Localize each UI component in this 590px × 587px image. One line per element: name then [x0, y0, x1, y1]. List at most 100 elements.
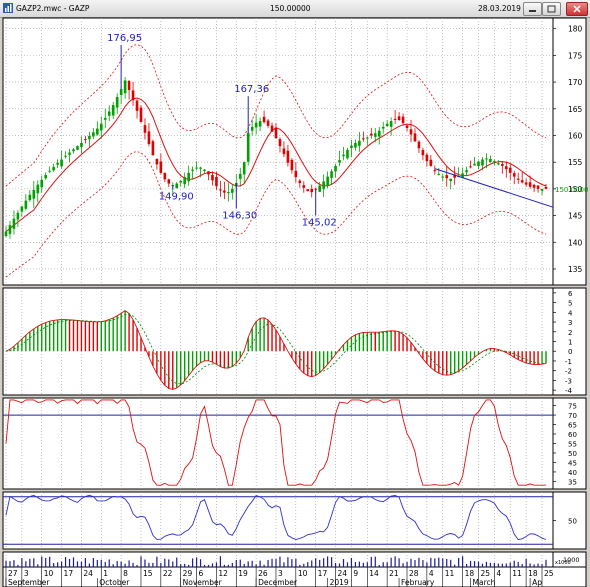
candle-body — [497, 163, 500, 165]
candle-body — [80, 142, 83, 147]
candle-body — [187, 172, 190, 182]
candle-body — [501, 163, 504, 166]
chart-app-icon — [3, 3, 13, 13]
candle-body — [119, 89, 123, 96]
candle-body — [115, 97, 119, 108]
candle-body — [151, 141, 155, 156]
y-tick-label: 50 — [568, 450, 577, 458]
x-tick-label: 29 — [183, 569, 193, 578]
candle-body — [199, 167, 202, 169]
volume-multiplier-label: x1000 — [555, 560, 571, 566]
x-tick-label: 14 — [369, 569, 379, 578]
y-tick-label: -1 — [565, 358, 572, 366]
candle-body — [298, 180, 302, 184]
y-tick-label: 2 — [568, 329, 572, 337]
y-tick-label: 35 — [568, 478, 577, 486]
candle-body — [524, 182, 528, 185]
candle-body — [429, 159, 433, 166]
candle-body — [227, 192, 230, 194]
candle-body — [350, 145, 353, 148]
panel-osc2[interactable] — [2, 397, 554, 490]
candle-body — [489, 158, 492, 162]
current-price-label: 150.0000 — [555, 186, 588, 194]
y-tick-label: 0 — [568, 348, 572, 356]
y-tick-label: 145 — [568, 212, 583, 221]
candle-body — [306, 189, 310, 192]
candle-body — [147, 131, 151, 145]
candle-body — [88, 136, 91, 140]
maximize-button[interactable] — [542, 2, 561, 16]
candle-body — [215, 176, 218, 187]
candle-body — [68, 152, 71, 155]
candle-body — [207, 171, 210, 175]
candle-body — [421, 149, 425, 156]
candle-body — [72, 149, 75, 152]
candle-body — [223, 190, 226, 193]
candle-body — [282, 148, 286, 155]
x-tick-label: 6 — [199, 569, 204, 578]
x-tick-label: 3 — [24, 569, 29, 578]
candle-body — [358, 140, 361, 146]
candle-body — [163, 172, 167, 180]
x-tick-label: 1 — [103, 569, 108, 578]
x-tick-label: 19 — [238, 569, 248, 578]
x-tick-label: 15 — [143, 569, 153, 578]
candle-body — [8, 225, 12, 234]
candle-body — [393, 118, 397, 120]
candle-body — [433, 170, 437, 172]
minimize-icon — [529, 10, 536, 12]
minimize-button[interactable] — [523, 2, 542, 16]
candle-body — [99, 123, 103, 131]
x-tick-label: 22 — [163, 569, 173, 578]
candle-body — [179, 180, 183, 183]
x-tick-label: 24 — [83, 569, 93, 578]
maximize-icon — [547, 5, 556, 13]
candle-body — [477, 161, 480, 166]
candle-body — [401, 116, 405, 124]
candle-body — [369, 133, 373, 136]
chart-area[interactable]: 27 3 10 17 24 1 8 15 22 29 6 12 19 26 3 10 17 24 9 14 21 28 4 1… — [0, 17, 590, 587]
x-tick-label: 25 — [544, 569, 554, 578]
candle-body — [366, 137, 369, 139]
close-icon — [573, 5, 581, 13]
title-bar[interactable]: GAZP2.mwc - GAZP 150.00000 28.03.2019 — [0, 0, 590, 18]
x-month-label: Ap — [532, 578, 542, 587]
candle-body — [469, 166, 472, 168]
y-tick-label: 50 — [568, 518, 577, 526]
y-tick-label: 75 — [568, 403, 577, 411]
candle-body — [36, 184, 40, 194]
candle-body — [28, 194, 32, 201]
candle-body — [12, 218, 16, 229]
candle-body — [270, 125, 274, 132]
panel-osc3[interactable] — [2, 491, 554, 550]
candle-body — [485, 158, 488, 160]
candle-body — [302, 185, 306, 188]
candle-body — [354, 142, 357, 148]
candle-body — [103, 117, 107, 120]
candle-body — [508, 167, 512, 173]
candle-body — [274, 127, 278, 139]
candle-body — [56, 162, 59, 165]
candle-body — [40, 179, 44, 188]
extreme-value-label: 145,02 — [302, 217, 337, 228]
x-tick-label: 24 — [338, 569, 348, 578]
candle-body — [318, 185, 321, 192]
candle-body — [389, 121, 393, 127]
candle-body — [338, 160, 341, 163]
candle-body — [385, 123, 389, 126]
candle-body — [175, 183, 179, 189]
candle-body — [155, 158, 159, 165]
x-month-label: October — [99, 578, 130, 587]
x-tick-label: 25 — [480, 569, 490, 578]
candle-body — [342, 154, 345, 157]
close-button[interactable] — [566, 2, 588, 16]
y-tick-label: 1 — [568, 339, 572, 347]
x-tick-label: 10 — [298, 569, 308, 578]
extreme-value-label: 146,30 — [222, 211, 257, 222]
candle-body — [211, 174, 214, 181]
y-tick-label: 165 — [568, 105, 583, 114]
candle-body — [310, 188, 314, 193]
candle-body — [203, 169, 206, 172]
price-value: 150.00000 — [270, 4, 311, 13]
candle-body — [52, 166, 55, 171]
